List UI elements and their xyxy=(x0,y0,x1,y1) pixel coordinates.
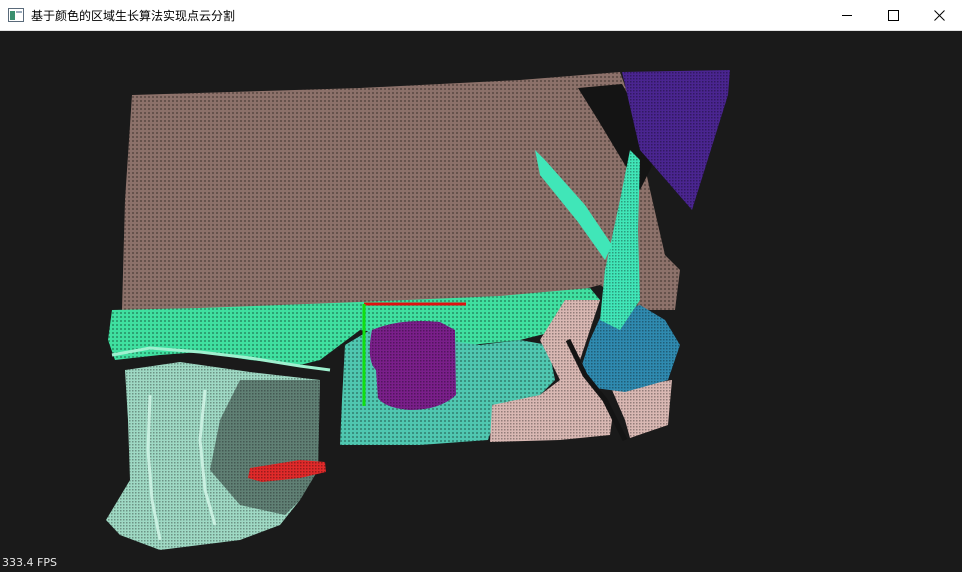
minimize-icon xyxy=(841,14,852,16)
segment-blue-object xyxy=(582,305,680,392)
window-title: 基于颜色的区域生长算法实现点云分割 xyxy=(31,9,236,23)
fps-counter: 333.4 FPS xyxy=(2,556,57,569)
minimize-button[interactable] xyxy=(824,0,870,30)
app-icon xyxy=(8,8,24,22)
point-cloud-scene[interactable] xyxy=(0,31,962,572)
close-button[interactable] xyxy=(916,0,962,30)
close-icon xyxy=(933,9,945,21)
segment-purple-mug xyxy=(369,321,456,410)
segment-front-left xyxy=(106,362,320,550)
point-cloud-viewport[interactable] xyxy=(0,31,962,572)
application-window: 基于颜色的区域生长算法实现点云分割 333.4 FPS xyxy=(0,0,962,572)
maximize-button[interactable] xyxy=(870,0,916,30)
title-bar[interactable]: 基于颜色的区域生长算法实现点云分割 xyxy=(0,0,962,31)
maximize-icon xyxy=(887,9,899,21)
